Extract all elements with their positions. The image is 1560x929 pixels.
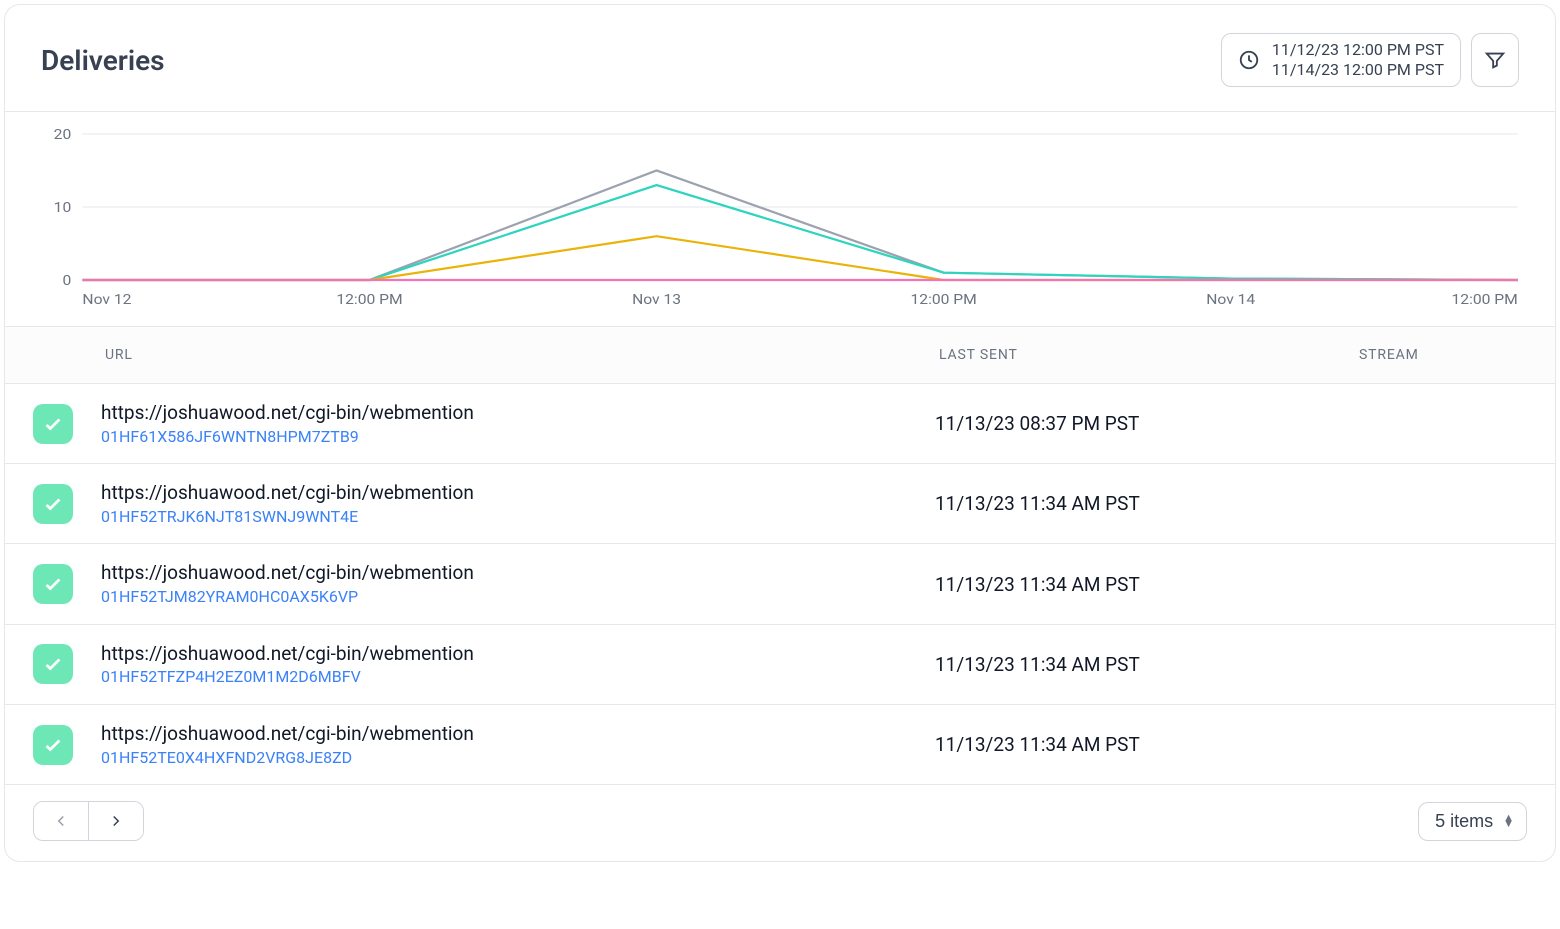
check-icon: [42, 413, 64, 435]
table-row[interactable]: https://joshuawood.net/cgi-bin/webmentio…: [5, 705, 1555, 785]
items-per-page-label: 5 items: [1435, 811, 1493, 832]
date-range-from: 11/12/23 12:00 PM PST: [1272, 40, 1444, 60]
check-icon: [42, 573, 64, 595]
filter-button[interactable]: [1471, 33, 1519, 87]
status-cell: [5, 725, 101, 765]
status-ok-badge: [33, 404, 73, 444]
delivery-url: https://joshuawood.net/cgi-bin/webmentio…: [101, 641, 935, 667]
series-total: [82, 171, 1517, 281]
status-cell: [5, 644, 101, 684]
pager: [33, 801, 144, 841]
delivery-url: https://joshuawood.net/cgi-bin/webmentio…: [101, 400, 935, 426]
svg-text:12:00 PM: 12:00 PM: [911, 291, 977, 308]
filter-icon: [1484, 49, 1506, 71]
request-id-link[interactable]: 01HF52TRJK6NJT81SWNJ9WNT4E: [101, 506, 935, 528]
status-cell: [5, 484, 101, 524]
status-ok-badge: [33, 644, 73, 684]
svg-text:Nov 13: Nov 13: [632, 291, 681, 308]
svg-text:12:00 PM: 12:00 PM: [336, 291, 402, 308]
items-per-page-select[interactable]: 5 items ▲▼: [1418, 802, 1527, 841]
col-url: URL: [101, 347, 935, 363]
svg-text:10: 10: [54, 199, 72, 216]
chevron-right-icon: [107, 812, 125, 830]
table-body: https://joshuawood.net/cgi-bin/webmentio…: [5, 384, 1555, 785]
col-last-sent: LAST SENT: [935, 347, 1355, 363]
check-icon: [42, 493, 64, 515]
chart-x-axis: Nov 12 12:00 PM Nov 13 12:00 PM Nov 14 12:00 …: [82, 291, 1517, 308]
url-cell: https://joshuawood.net/cgi-bin/webmentio…: [101, 641, 935, 688]
url-cell: https://joshuawood.net/cgi-bin/webmentio…: [101, 721, 935, 768]
chevron-left-icon: [52, 812, 70, 830]
last-sent-cell: 11/13/23 11:34 AM PST: [935, 492, 1355, 515]
col-stream: STREAM: [1355, 347, 1555, 363]
last-sent-cell: 11/13/23 08:37 PM PST: [935, 412, 1355, 435]
clock-icon: [1238, 49, 1260, 71]
status-ok-badge: [33, 725, 73, 765]
svg-text:Nov 14: Nov 14: [1206, 291, 1255, 308]
url-cell: https://joshuawood.net/cgi-bin/webmentio…: [101, 560, 935, 607]
date-range-button[interactable]: 11/12/23 12:00 PM PST 11/14/23 12:00 PM …: [1221, 33, 1461, 87]
chart-y-axis: 0 10 20: [54, 126, 72, 289]
table-header: URL LAST SENT STREAM: [5, 327, 1555, 384]
chart-area: 0 10 20 Nov 12 12:00 PM Nov 13 12:00 PM Nov 14…: [5, 112, 1555, 327]
series-warning: [82, 236, 1517, 280]
status-cell: [5, 564, 101, 604]
request-id-link[interactable]: 01HF61X586JF6WNTN8HPM7ZTB9: [101, 426, 935, 448]
chart-series: [82, 171, 1517, 281]
table-row[interactable]: https://joshuawood.net/cgi-bin/webmentio…: [5, 544, 1555, 624]
delivery-url: https://joshuawood.net/cgi-bin/webmentio…: [101, 721, 935, 747]
prev-page-button[interactable]: [34, 802, 88, 840]
date-range-to: 11/14/23 12:00 PM PST: [1272, 60, 1444, 80]
page-title: Deliveries: [41, 44, 165, 77]
series-success: [82, 185, 1517, 280]
request-id-link[interactable]: 01HF52TJM82YRAM0HC0AX5K6VP: [101, 586, 935, 608]
status-ok-badge: [33, 564, 73, 604]
last-sent-cell: 11/13/23 11:34 AM PST: [935, 733, 1355, 756]
header: Deliveries 11/12/23 12:00 PM PST 11/14/2…: [5, 5, 1555, 112]
date-range-text: 11/12/23 12:00 PM PST 11/14/23 12:00 PM …: [1272, 40, 1444, 80]
table-row[interactable]: https://joshuawood.net/cgi-bin/webmentio…: [5, 464, 1555, 544]
next-page-button[interactable]: [88, 802, 143, 840]
delivery-url: https://joshuawood.net/cgi-bin/webmentio…: [101, 560, 935, 586]
deliveries-card: Deliveries 11/12/23 12:00 PM PST 11/14/2…: [4, 4, 1556, 862]
footer: 5 items ▲▼: [5, 785, 1555, 861]
status-ok-badge: [33, 484, 73, 524]
request-id-link[interactable]: 01HF52TE0X4HXFND2VRG8JE8ZD: [101, 747, 935, 769]
request-id-link[interactable]: 01HF52TFZP4H2EZ0M1M2D6MBFV: [101, 666, 935, 688]
table-row[interactable]: https://joshuawood.net/cgi-bin/webmentio…: [5, 384, 1555, 464]
svg-text:12:00 PM: 12:00 PM: [1452, 291, 1518, 308]
select-arrows-icon: ▲▼: [1503, 815, 1514, 828]
last-sent-cell: 11/13/23 11:34 AM PST: [935, 573, 1355, 596]
status-cell: [5, 404, 101, 444]
last-sent-cell: 11/13/23 11:34 AM PST: [935, 653, 1355, 676]
url-cell: https://joshuawood.net/cgi-bin/webmentio…: [101, 480, 935, 527]
deliveries-chart: 0 10 20 Nov 12 12:00 PM Nov 13 12:00 PM Nov 14…: [31, 126, 1529, 316]
svg-text:Nov 12: Nov 12: [82, 291, 131, 308]
svg-text:20: 20: [54, 126, 72, 143]
table-row[interactable]: https://joshuawood.net/cgi-bin/webmentio…: [5, 625, 1555, 705]
delivery-url: https://joshuawood.net/cgi-bin/webmentio…: [101, 480, 935, 506]
check-icon: [42, 734, 64, 756]
header-actions: 11/12/23 12:00 PM PST 11/14/23 12:00 PM …: [1221, 33, 1519, 87]
check-icon: [42, 653, 64, 675]
url-cell: https://joshuawood.net/cgi-bin/webmentio…: [101, 400, 935, 447]
svg-text:0: 0: [62, 272, 71, 289]
